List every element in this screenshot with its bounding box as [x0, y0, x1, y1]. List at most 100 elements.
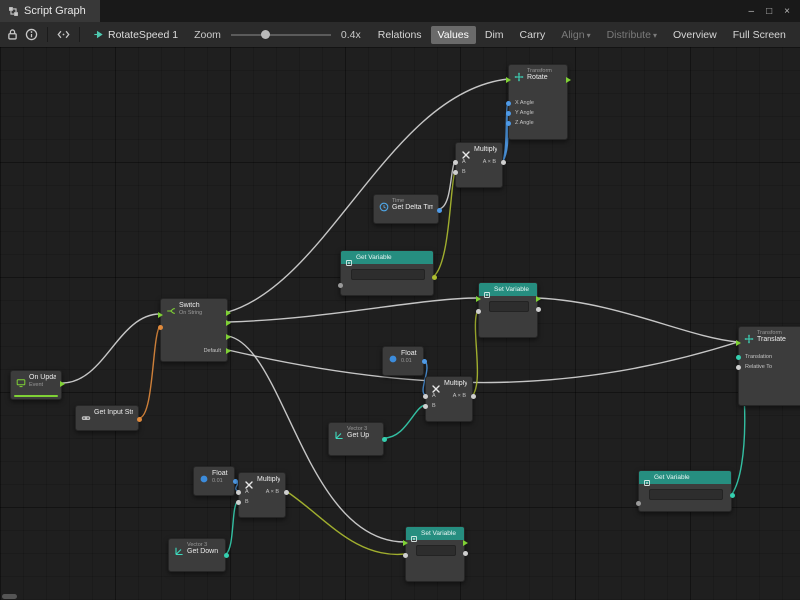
output-port[interactable]	[226, 310, 231, 316]
wire[interactable]	[139, 326, 160, 418]
gamepad-icon	[81, 410, 91, 420]
input-port[interactable]	[236, 490, 241, 495]
minimize-icon[interactable]: –	[749, 6, 755, 17]
horizontal-scrollbar-thumb[interactable]	[2, 594, 17, 599]
toolbar-button-relations[interactable]: Relations	[371, 26, 429, 44]
output-port[interactable]	[730, 493, 735, 498]
output-port[interactable]	[471, 394, 476, 399]
output-port[interactable]	[284, 490, 289, 495]
output-port[interactable]	[137, 417, 142, 422]
output-port[interactable]	[60, 381, 65, 387]
variable-name-field[interactable]	[649, 489, 723, 500]
wire[interactable]	[384, 405, 425, 438]
zoom-slider-handle[interactable]	[261, 30, 270, 39]
output-port[interactable]	[432, 275, 437, 280]
node-header: Set Variable	[406, 527, 464, 540]
input-port[interactable]	[403, 540, 408, 546]
input-port[interactable]	[338, 283, 343, 288]
node-set-variable-1[interactable]: Set Variable	[478, 282, 538, 338]
node-float-1[interactable]: Float0.01	[382, 346, 424, 376]
node-get-input-string[interactable]: Get Input Strin	[75, 405, 139, 431]
node-get-variable-2[interactable]: Get Variable	[638, 470, 732, 512]
close-icon[interactable]: ×	[784, 6, 790, 17]
input-port[interactable]	[736, 365, 741, 370]
node-get-up[interactable]: Vector 3Get Up	[328, 422, 384, 456]
node-set-variable-2[interactable]: Set Variable	[405, 526, 465, 582]
graph-canvas[interactable]: On UpdateEvent Get Input Strin SwitchOn St…	[0, 47, 800, 600]
wire[interactable]	[538, 298, 738, 342]
output-port[interactable]	[536, 296, 541, 302]
node-switch-on-string[interactable]: SwitchOn StringDefault	[160, 298, 228, 362]
node-get-down[interactable]: Vector 3Get Down	[168, 538, 226, 572]
maximize-icon[interactable]: □	[766, 6, 772, 17]
output-port[interactable]	[463, 551, 468, 556]
variable-name-field[interactable]	[489, 301, 529, 312]
input-port[interactable]	[736, 340, 741, 346]
input-port[interactable]	[506, 101, 511, 106]
input-port[interactable]	[423, 404, 428, 409]
input-port[interactable]	[403, 553, 408, 558]
output-port[interactable]	[224, 553, 229, 558]
toolbar-button-distribute[interactable]: Distribute▾	[600, 26, 664, 44]
node-header: Get Input Strin	[76, 406, 138, 422]
output-port[interactable]	[226, 348, 231, 354]
output-port[interactable]	[501, 160, 506, 165]
chevron-down-icon: ▾	[653, 31, 657, 40]
node-title: Float	[401, 350, 417, 358]
output-port[interactable]	[536, 307, 541, 312]
node-on-update[interactable]: On UpdateEvent	[10, 370, 62, 400]
variable-name-field[interactable]	[351, 269, 425, 280]
input-port[interactable]	[158, 312, 163, 318]
port-label: Translation	[745, 354, 772, 360]
output-port[interactable]	[382, 437, 387, 442]
toolbar-button-carry[interactable]: Carry	[513, 26, 553, 44]
input-port[interactable]	[158, 325, 163, 330]
input-port[interactable]	[236, 500, 241, 505]
node-get-variable-1[interactable]: Get Variable	[340, 250, 434, 296]
variable-name-field[interactable]	[416, 545, 456, 556]
input-port[interactable]	[636, 501, 641, 506]
output-port[interactable]	[437, 208, 442, 213]
wire[interactable]	[286, 491, 405, 554]
toolbar-button-overview[interactable]: Overview	[666, 26, 724, 44]
tab-script-graph[interactable]: Script Graph	[0, 0, 100, 22]
output-port[interactable]	[226, 320, 231, 326]
toolbar-button-values[interactable]: Values	[431, 26, 476, 44]
input-port[interactable]	[453, 170, 458, 175]
lock-icon[interactable]	[6, 28, 19, 41]
info-icon[interactable]	[25, 28, 38, 41]
wire[interactable]	[226, 501, 238, 554]
output-port[interactable]	[422, 359, 427, 364]
node-title: Multiply	[474, 146, 497, 154]
node-title: Get Down	[187, 548, 218, 556]
port-label: A × B	[453, 393, 466, 399]
node-multiply-1[interactable]: MultiplyABA × B	[455, 142, 503, 188]
code-icon[interactable]	[57, 28, 70, 41]
input-port[interactable]	[506, 111, 511, 116]
zoom-slider[interactable]	[231, 34, 331, 36]
graph-breadcrumb[interactable]: RotateSpeed 1	[89, 29, 182, 41]
toolbar-button-align[interactable]: Align▾	[554, 26, 597, 44]
wire[interactable]	[62, 314, 160, 383]
input-port[interactable]	[506, 77, 511, 83]
output-port[interactable]	[226, 334, 231, 340]
input-port[interactable]	[453, 160, 458, 165]
node-header: TransformRotate	[509, 65, 567, 84]
wire[interactable]	[228, 342, 738, 383]
node-translate[interactable]: TransformTranslateTranslationRelative To	[738, 326, 800, 406]
node-get-delta-time[interactable]: TimeGet Delta Time	[373, 194, 439, 224]
wire[interactable]	[228, 298, 478, 322]
node-rotate[interactable]: TransformRotateX AngleY AngleZ Angle	[508, 64, 568, 140]
output-port[interactable]	[463, 540, 468, 546]
input-port[interactable]	[736, 355, 741, 360]
node-float-2[interactable]: Float0.01	[193, 466, 235, 496]
toolbar-button-fullscreen[interactable]: Full Screen	[726, 26, 793, 44]
node-multiply-2[interactable]: MultiplyABA × B	[425, 376, 473, 422]
input-port[interactable]	[506, 121, 511, 126]
input-port[interactable]	[476, 309, 481, 314]
toolbar-button-dim[interactable]: Dim	[478, 26, 511, 44]
output-port[interactable]	[566, 77, 571, 83]
input-port[interactable]	[423, 394, 428, 399]
input-port[interactable]	[476, 296, 481, 302]
node-multiply-3[interactable]: MultiplyABA × B	[238, 472, 286, 518]
